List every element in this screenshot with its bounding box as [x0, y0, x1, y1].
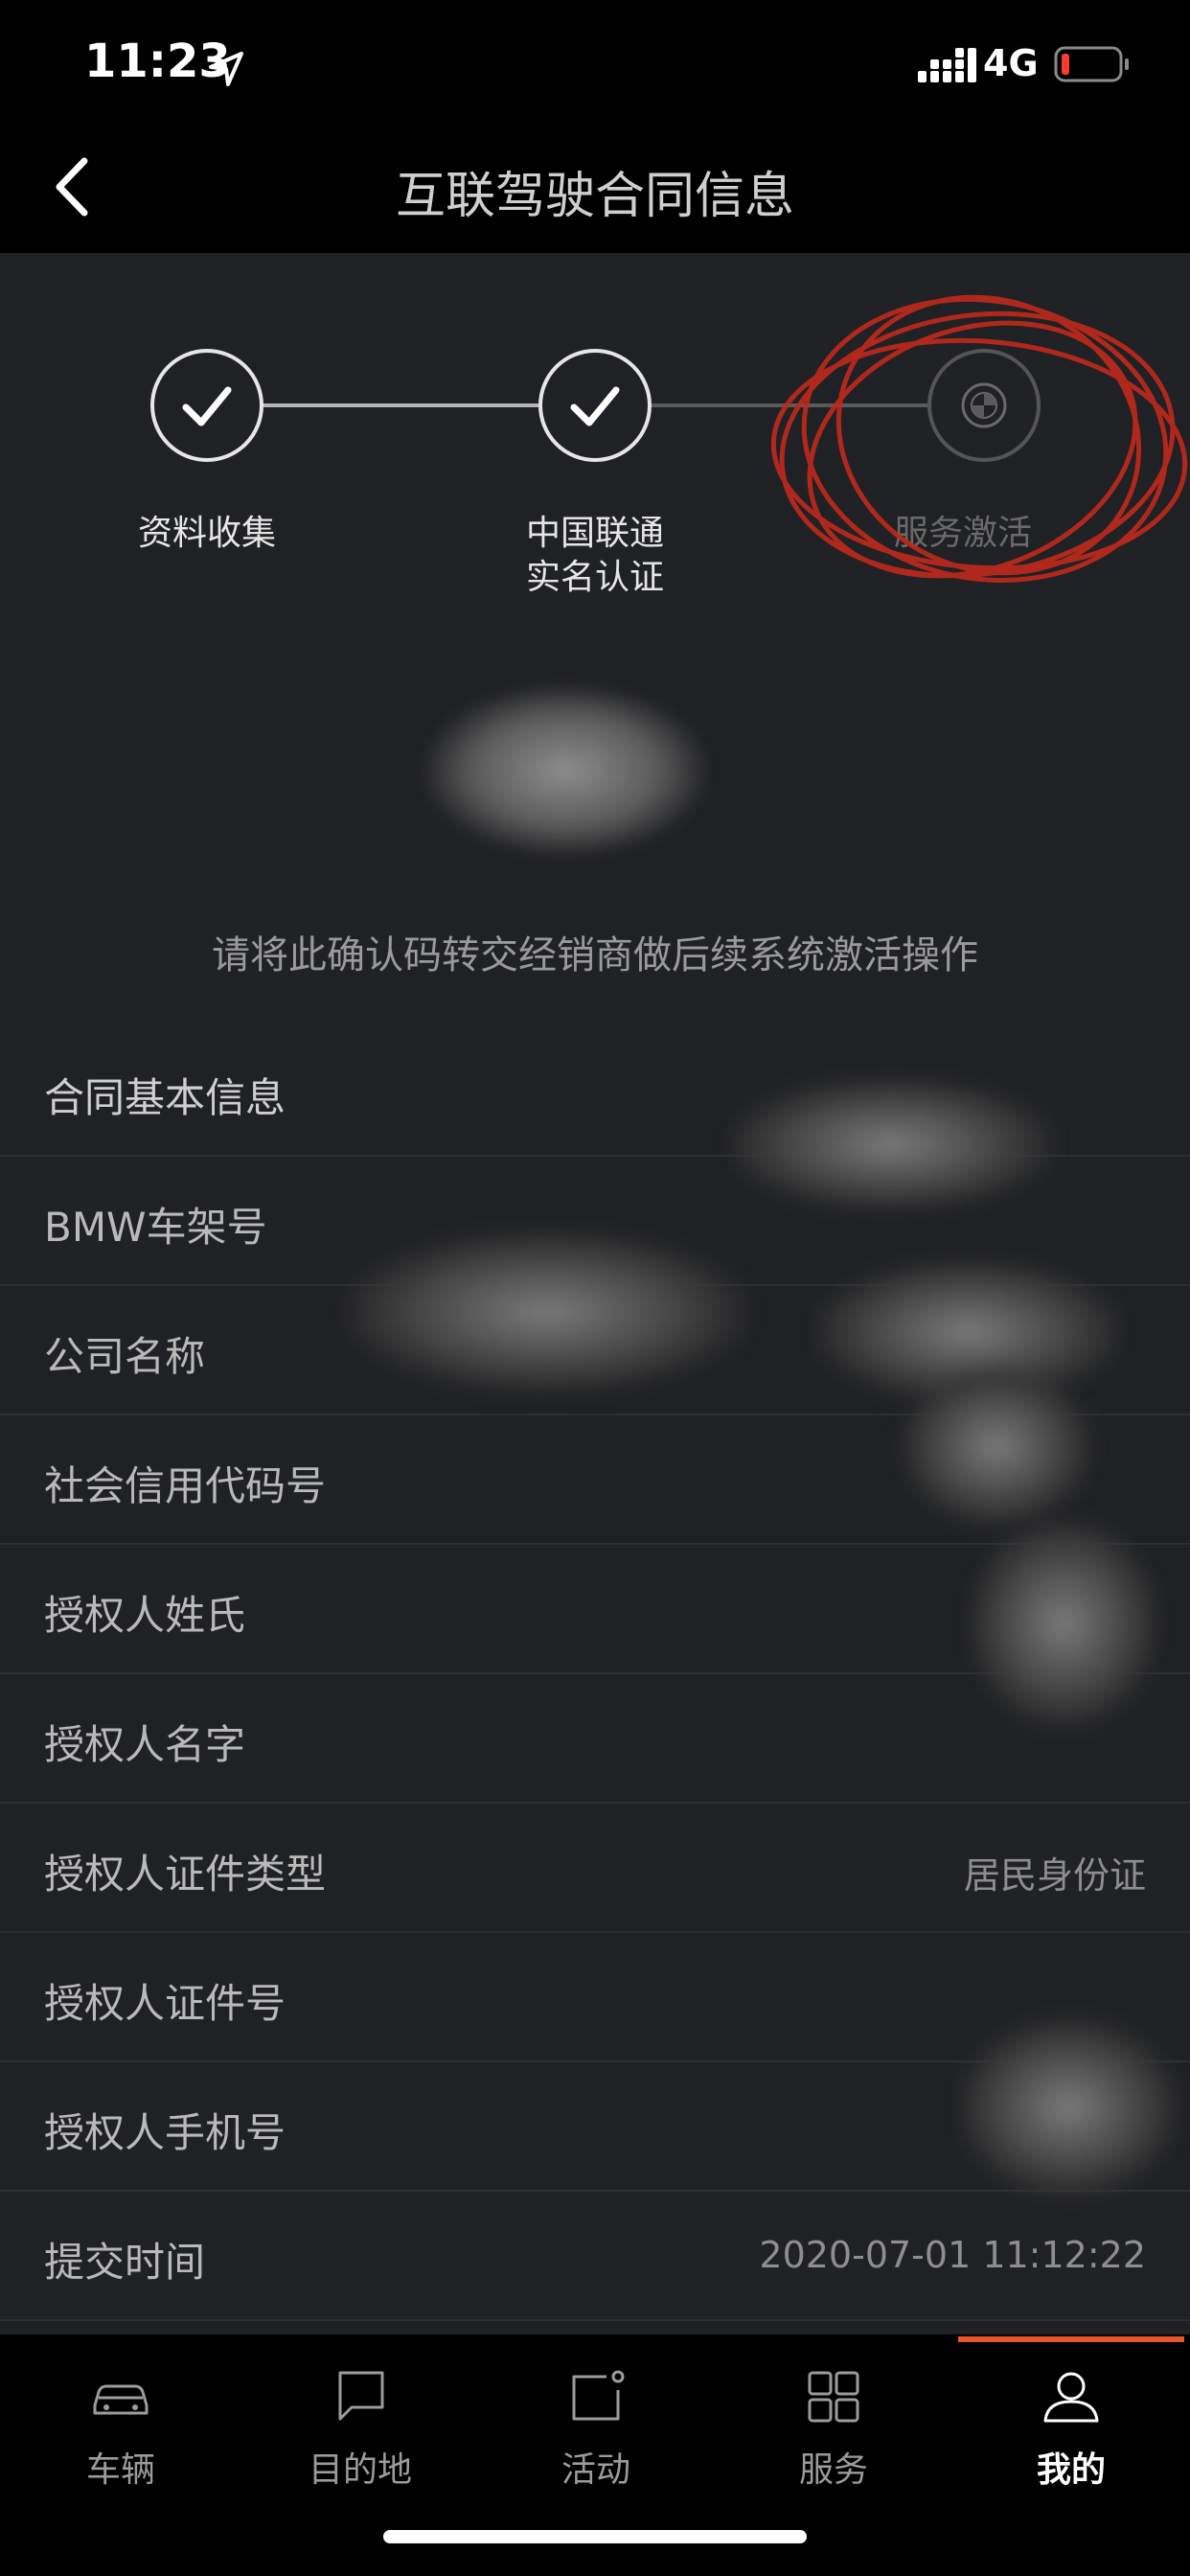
row-label: 授权人证件号: [44, 1980, 286, 2027]
tab-service[interactable]: 服务: [715, 2354, 952, 2507]
status-bar: 11:23 4G: [0, 0, 1190, 134]
content-area: 资料收集 中国联通 实名认证 服务激活 请将此确认码转交经销商做后续系统激活操作…: [0, 253, 1190, 2334]
car-icon: [93, 2384, 149, 2415]
list-item: 提交时间 2020-07-01 11:12:22: [0, 2192, 1190, 2321]
home-indicator[interactable]: [383, 2530, 807, 2543]
redaction-smudge: [958, 2016, 1179, 2198]
redaction-smudge: [901, 1365, 1092, 1528]
tab-label: 我的: [1036, 2450, 1106, 2490]
tab-label: 车辆: [85, 2450, 155, 2490]
step-1-label: 资料收集: [137, 514, 276, 553]
tab-label: 服务: [798, 2450, 868, 2490]
row-label: 授权人手机号: [44, 2109, 286, 2156]
page-title: 互联驾驶合同信息: [395, 168, 794, 225]
row-label: 授权人证件类型: [44, 1851, 327, 1898]
tab-label: 活动: [561, 2450, 630, 2490]
row-label: 提交时间: [44, 2239, 206, 2286]
section-title: 合同基本信息: [44, 1074, 286, 1121]
row-label: 公司名称: [44, 1333, 206, 1380]
tab-vehicle[interactable]: 车辆: [2, 2354, 240, 2507]
signal-icon: [918, 48, 976, 82]
row-value: 2020-07-01 11:12:22: [759, 2234, 1146, 2276]
step-1-circle: [150, 349, 263, 462]
tab-label: 目的地: [308, 2450, 412, 2490]
redaction-smudge: [728, 1077, 1054, 1211]
chat-bubble-icon: [338, 2371, 384, 2421]
tab-activity[interactable]: 活动: [477, 2354, 715, 2507]
tab-me[interactable]: 我的: [952, 2354, 1190, 2507]
progress-stepper: 资料收集 中国联通 实名认证 服务激活: [0, 253, 1190, 656]
list-item: 授权人证件类型 居民身份证: [0, 1804, 1190, 1933]
step-2-label: 中国联通 实名认证: [525, 514, 664, 597]
row-value: 居民身份证: [963, 1854, 1146, 1897]
checkmark-icon: [570, 386, 620, 426]
redaction-smudge: [968, 1518, 1159, 1729]
checkmark-icon: [182, 386, 232, 426]
grid-icon: [808, 2371, 859, 2423]
activity-icon: [572, 2370, 625, 2421]
active-tab-indicator: [958, 2336, 1184, 2342]
confirmation-code-area: 请将此确认码转交经销商做后续系统激活操作: [0, 675, 1190, 978]
location-arrow-icon: [209, 52, 243, 86]
step-2-circle: [538, 349, 652, 462]
row-label: 授权人姓氏: [44, 1592, 246, 1639]
confirmation-hint: 请将此确认码转交经销商做后续系统激活操作: [212, 933, 978, 978]
battery-low-icon: [1054, 46, 1129, 82]
redacted-confirmation-code: [422, 684, 709, 857]
redaction-smudge: [345, 1230, 747, 1393]
network-type: 4G: [983, 42, 1039, 84]
step-connector-1: [263, 403, 538, 407]
row-label: BMW车架号: [44, 1204, 267, 1251]
row-label: 授权人名字: [44, 1721, 246, 1768]
navigation-bar: 互联驾驶合同信息: [0, 134, 1190, 253]
red-scribble-annotation: [770, 294, 1188, 584]
tab-destination[interactable]: 目的地: [241, 2354, 479, 2507]
row-label: 社会信用代码号: [44, 1462, 327, 1509]
user-icon: [1043, 2372, 1099, 2423]
